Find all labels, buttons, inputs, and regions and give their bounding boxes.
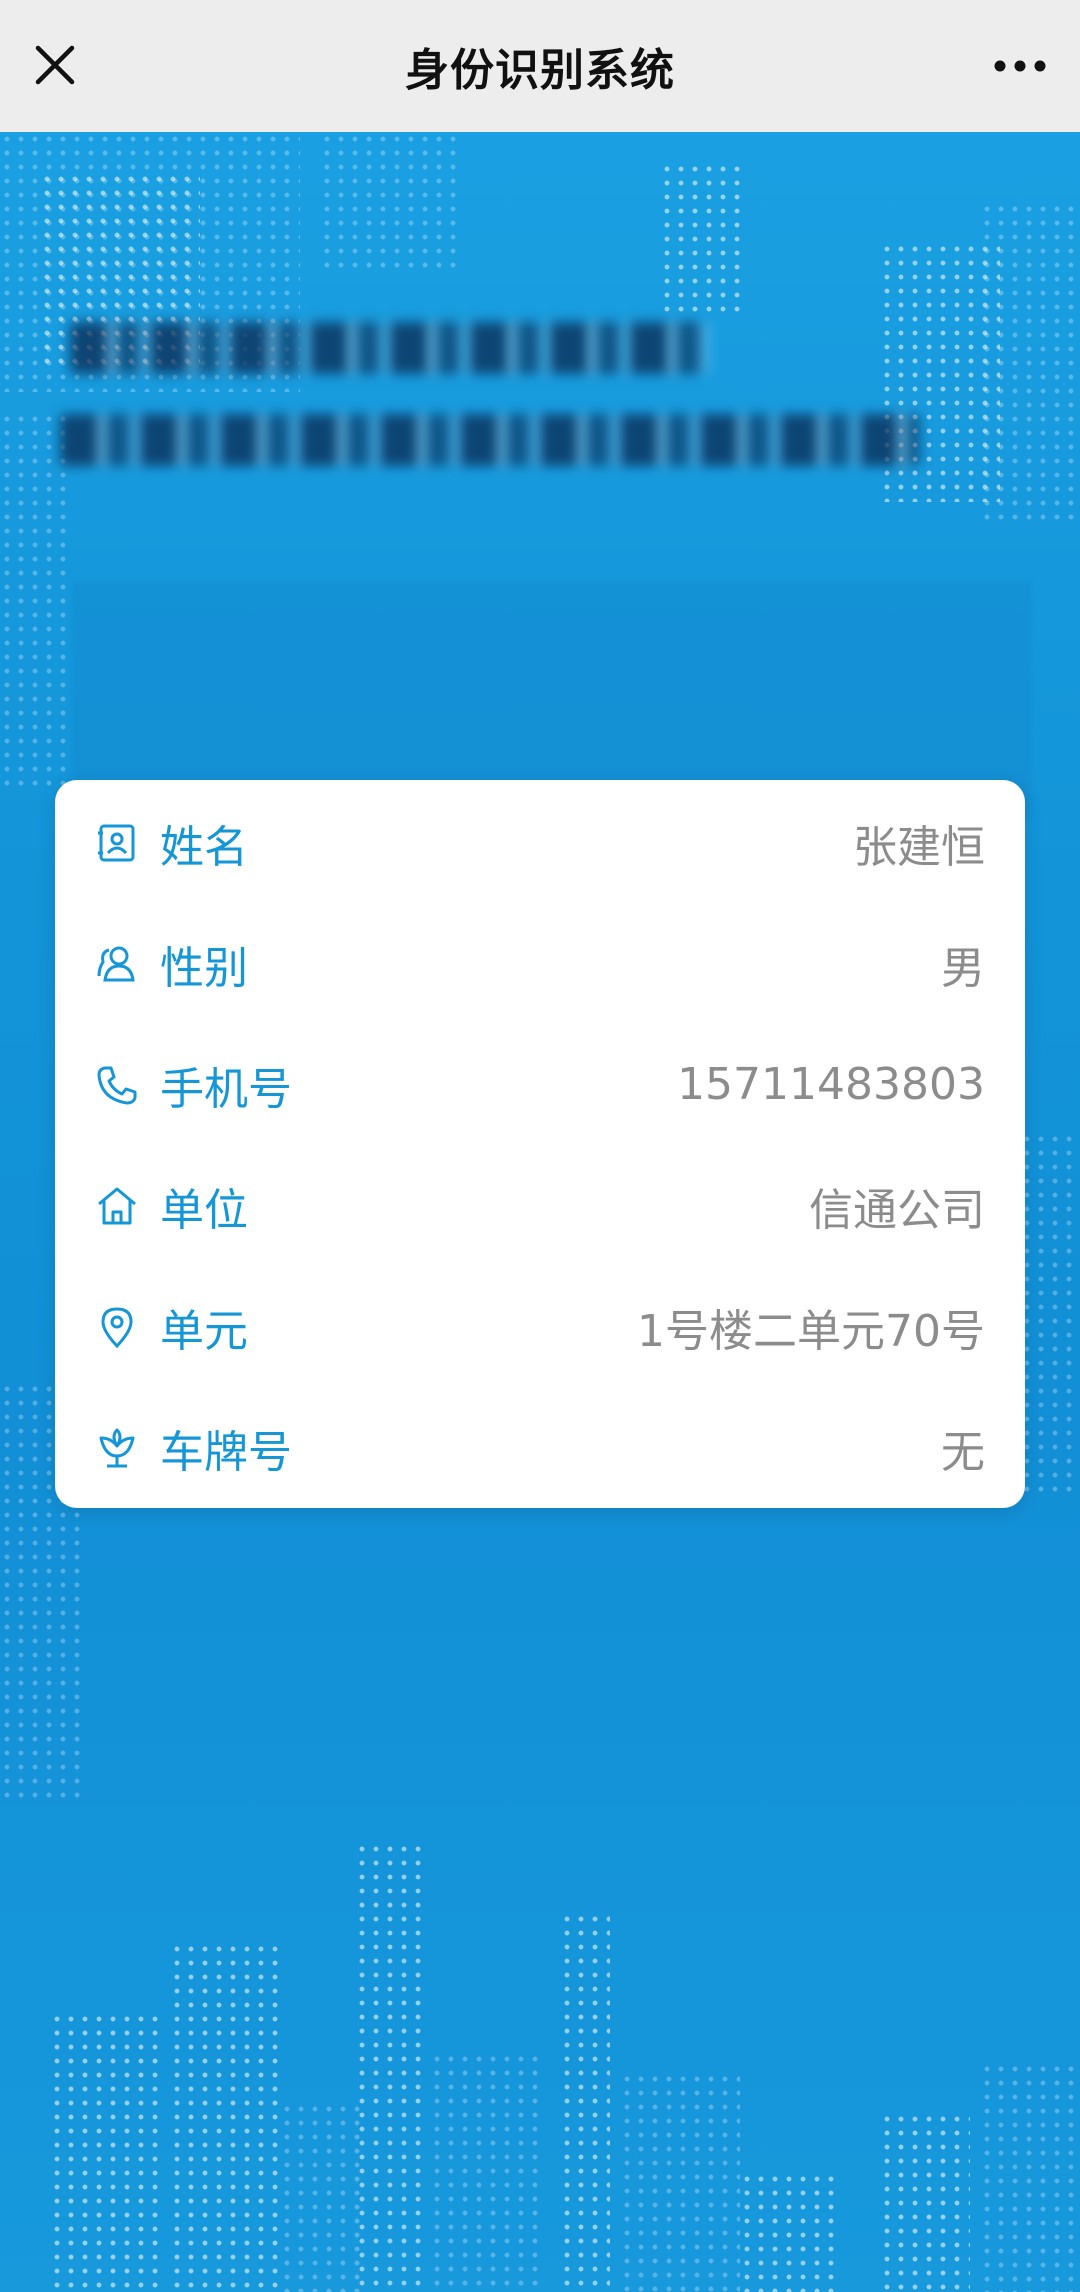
banner-blurred: [60, 322, 940, 522]
info-value: 张建恒: [853, 821, 985, 873]
info-row-phone: 手机号 15711483803: [55, 1024, 1025, 1145]
info-value: 信通公司: [809, 1184, 985, 1236]
flower-icon: [95, 1426, 139, 1470]
info-card: 姓名 张建恒 性别 男 手机号 15711483803 单位 信通公司 单元 1…: [55, 780, 1025, 1508]
info-value: 15711483803: [677, 1059, 985, 1110]
info-row-plate: 车牌号 无: [55, 1387, 1025, 1508]
decor-dots: [660, 162, 740, 312]
close-button[interactable]: [30, 40, 80, 90]
info-label: 车牌号: [160, 1426, 292, 1478]
id-card-icon: [95, 821, 139, 865]
info-row-name: 姓名 张建恒: [55, 782, 1025, 903]
skyline-dots: [740, 2172, 840, 2292]
info-value: 1号楼二单元70号: [637, 1305, 985, 1357]
phone-icon: [95, 1063, 139, 1107]
title-bar: 身份识别系统: [0, 0, 1080, 132]
info-row-company: 单位 信通公司: [55, 1145, 1025, 1266]
location-icon: [95, 1305, 139, 1349]
info-label: 单位: [160, 1184, 248, 1236]
info-row-unit: 单元 1号楼二单元70号: [55, 1266, 1025, 1387]
info-label: 单元: [160, 1305, 248, 1357]
info-row-gender: 性别 男: [55, 903, 1025, 1024]
skyline-dots: [50, 2012, 160, 2292]
info-label: 姓名: [160, 821, 248, 873]
skyline-dots: [430, 2052, 540, 2292]
decor-dots: [320, 132, 460, 272]
skyline-dots: [980, 2062, 1080, 2292]
skyline-dots: [355, 1842, 425, 2292]
close-icon: [35, 45, 75, 85]
info-label: 手机号: [160, 1063, 292, 1115]
skyline-dots: [560, 1912, 610, 2292]
info-label: 性别: [160, 942, 248, 994]
home-icon: [95, 1184, 139, 1228]
skyline-dots: [170, 1942, 280, 2292]
decor-dots: [980, 202, 1080, 522]
skyline-dots: [280, 2102, 360, 2292]
skyline-dots: [620, 2072, 740, 2292]
more-icon: [994, 60, 1046, 72]
info-value: 男: [941, 942, 985, 994]
decor-dots: [1020, 1132, 1080, 1492]
people-icon: [95, 942, 139, 986]
skyline-dots: [880, 2112, 970, 2292]
more-button[interactable]: [990, 46, 1050, 86]
page-title: 身份识别系统: [405, 45, 675, 96]
info-value: 无: [941, 1426, 985, 1478]
